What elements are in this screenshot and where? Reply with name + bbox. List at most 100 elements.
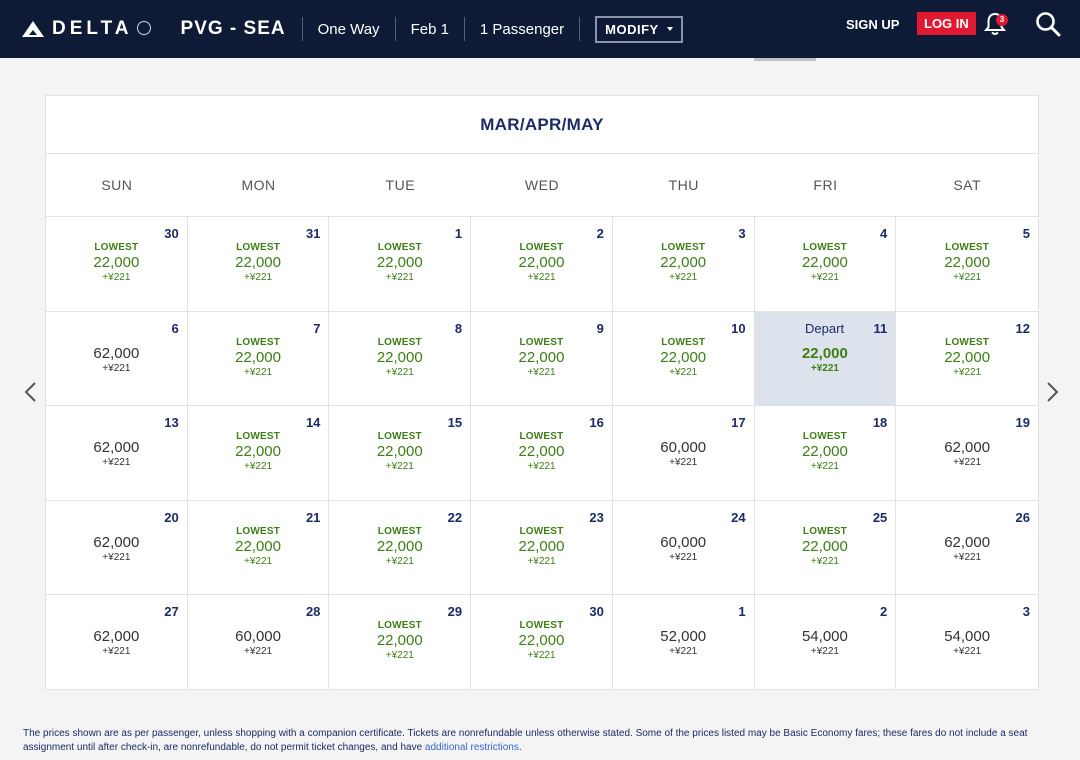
fare-tax: +¥221 [810,272,839,283]
calendar-day-cell[interactable]: 2 LOWEST 22,000 +¥221 [471,217,613,312]
calendar-day-cell[interactable]: 24 60,000 +¥221 [612,500,755,596]
day-number: 1 [454,226,463,241]
passenger-count-label: 1 Passenger [479,20,565,38]
lowest-fare-badge: LOWEST [519,620,564,632]
search-icon[interactable] [1035,11,1061,37]
fare-tax: +¥221 [810,646,839,658]
day-number: 25 [872,509,888,525]
lowest-fare-badge: LOWEST [236,242,281,253]
calendar-day-cell[interactable]: 25 LOWEST 22,000 +¥221 [754,500,897,596]
fare-tax: +¥221 [244,646,273,658]
fare-disclaimer: The prices shown are as per passenger, u… [23,727,1058,755]
weekday-label: THU [668,177,699,193]
day-number: 26 [1015,509,1030,525]
fare-tax: +¥221 [244,366,273,378]
lowest-fare-badge: LOWEST [236,525,281,537]
calendar-day-cell[interactable]: 5 LOWEST 22,000 +¥221 [896,217,1038,312]
calendar-day-cell[interactable]: 22 LOWEST 22,000 +¥221 [329,500,472,596]
fare-tax: +¥221 [385,555,414,567]
fare-tax: +¥221 [102,457,131,469]
calendar-day-cell[interactable]: 2 54,000 +¥221 [755,595,897,690]
calendar-day-cell[interactable]: 10 LOWEST 22,000 +¥221 [612,311,755,407]
fare-tax: +¥221 [953,272,982,283]
skyteam-globe-icon [136,21,151,35]
fare-miles: 22,000 [518,537,565,555]
fare-miles: 22,000 [235,443,281,461]
calendar-day-cell[interactable]: 28 60,000 +¥221 [188,595,330,690]
day-number: 8 [454,320,463,336]
fare-tax: +¥221 [102,272,131,283]
fare-miles: 60,000 [660,439,707,457]
calendar-day-cell[interactable]: 17 60,000 +¥221 [612,406,755,501]
fare-miles: 22,000 [376,632,423,650]
disclaimer-end: . [518,742,522,753]
modify-search-button[interactable]: MODIFY [595,15,683,43]
fare-miles: 60,000 [660,533,707,551]
fare-tax: +¥221 [244,555,273,567]
lowest-fare-badge: LOWEST [661,242,706,253]
fare-miles: 22,000 [944,348,991,366]
fare-tax: +¥221 [102,551,131,563]
calendar-day-cell[interactable]: 16 LOWEST 22,000 +¥221 [471,406,613,501]
calendar-day-cell[interactable]: 19 62,000 +¥221 [896,406,1038,501]
fare-tax: +¥221 [810,362,839,374]
calendar-day-cell[interactable]: 21 LOWEST 22,000 +¥221 [187,500,330,596]
fare-tax: +¥221 [669,646,698,658]
calendar-day-cell[interactable]: 12 LOWEST 22,000 +¥221 [896,312,1038,407]
day-number: 12 [1015,320,1030,336]
calendar-day-cell[interactable]: 23 LOWEST 22,000 +¥221 [471,500,613,596]
fare-miles: 62,000 [93,533,140,551]
fare-miles: 22,000 [93,254,140,271]
fare-miles: 54,000 [944,628,991,646]
day-number: 6 [171,320,179,336]
lowest-fare-badge: LOWEST [519,336,564,348]
calendar-day-cell[interactable]: 29 LOWEST 22,000 +¥221 [329,595,472,690]
modify-label: MODIFY [605,21,659,37]
calendar-day-cell[interactable]: 27 62,000 +¥221 [46,595,188,690]
calendar-day-cell[interactable]: 7 LOWEST 22,000 +¥221 [187,311,330,407]
calendar-day-cell[interactable]: 31 LOWEST 22,000 +¥221 [187,217,330,312]
chevron-right-icon[interactable] [1046,381,1060,403]
chevron-left-icon[interactable] [23,381,37,403]
fare-tax: +¥221 [385,366,414,378]
day-number: 24 [731,509,746,525]
calendar-day-cell[interactable]: 6 62,000 +¥221 [46,311,188,407]
sign-up-link[interactable]: SIGN UP [846,17,899,32]
fare-miles: 22,000 [801,443,848,461]
fare-tax: +¥221 [669,457,698,469]
fare-tax: +¥221 [669,366,698,378]
calendar-day-cell[interactable]: 13 62,000 +¥221 [46,406,188,501]
calendar-day-cell[interactable]: 14 LOWEST 22,000 +¥221 [187,406,330,501]
calendar-day-cell[interactable]: 3 54,000 +¥221 [896,595,1038,690]
calendar-day-cell-selected[interactable]: Depart 11 22,000 +¥221 [754,311,897,407]
additional-restrictions-link[interactable]: additional restrictions [425,742,519,753]
calendar-day-cell[interactable]: 30 LOWEST 22,000 +¥221 [46,217,188,312]
divider [579,17,581,41]
calendar-day-cell[interactable]: 1 LOWEST 22,000 +¥221 [329,217,472,312]
calendar-day-cell[interactable]: 15 LOWEST 22,000 +¥221 [329,406,472,501]
delta-logo[interactable]: DELTA [22,0,151,58]
fare-tax: +¥221 [102,362,131,374]
fare-tax: +¥221 [669,551,698,563]
day-number: 11 [873,320,888,336]
calendar-day-cell[interactable]: 18 LOWEST 22,000 +¥221 [754,406,897,501]
calendar-day-cell[interactable]: 20 62,000 +¥221 [46,500,188,596]
calendar-day-cell[interactable]: 26 62,000 +¥221 [896,501,1038,596]
notification-count-badge: 3 [996,14,1008,26]
widget-logo-icon [22,21,44,37]
disclaimer-text: The prices shown are as per passenger, u… [23,728,1028,753]
divider [301,17,303,41]
fare-tax: +¥221 [810,461,839,473]
lowest-fare-badge: LOWEST [236,336,281,348]
log-in-button[interactable]: LOG IN [917,12,976,35]
calendar-day-cell[interactable]: 3 LOWEST 22,000 +¥221 [612,217,755,312]
lowest-fare-badge: LOWEST [377,431,422,443]
weekday-label: WED [524,177,560,193]
calendar-day-cell[interactable]: 4 LOWEST 22,000 +¥221 [754,217,897,312]
calendar-day-cell[interactable]: 8 LOWEST 22,000 +¥221 [329,311,472,407]
fare-miles: 62,000 [944,533,991,551]
trip-date-label: Feb 1 [410,20,449,38]
calendar-day-cell[interactable]: 1 52,000 +¥221 [613,595,755,690]
calendar-day-cell[interactable]: 9 LOWEST 22,000 +¥221 [471,311,613,407]
calendar-day-cell[interactable]: 30 LOWEST 22,000 +¥221 [471,595,613,690]
